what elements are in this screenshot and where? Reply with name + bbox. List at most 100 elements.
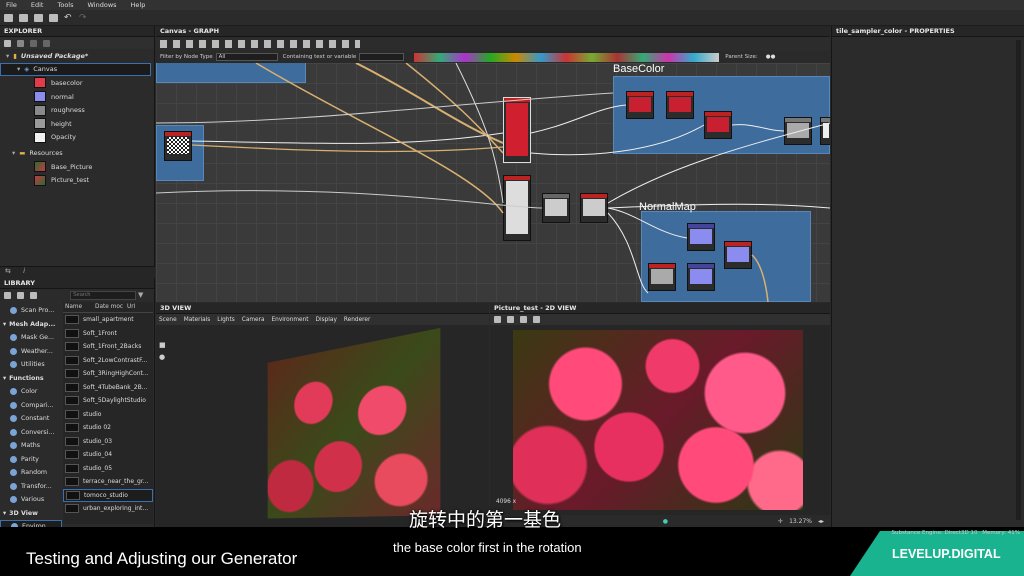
explorer-publish-icon[interactable] [43, 39, 50, 47]
resource-item[interactable]: Picture_test [0, 173, 154, 187]
output-item[interactable]: normal [0, 90, 154, 104]
color-picker-icon[interactable]: ● [663, 518, 668, 525]
library-search-input[interactable] [70, 290, 136, 300]
library-category[interactable]: Random [0, 466, 62, 480]
asset-item[interactable]: Soft_2LowContrastF... [63, 354, 153, 368]
asset-thumbnail [65, 463, 79, 473]
collapse-arrow-icon[interactable]: ▾ [3, 510, 6, 517]
containing-input[interactable] [359, 53, 405, 61]
asset-item[interactable]: studio_04 [63, 448, 153, 462]
asset-item[interactable]: studio [63, 408, 153, 422]
2d-copy-icon[interactable] [494, 316, 501, 323]
node-palette[interactable] [414, 52, 720, 62]
asset-item[interactable]: Soft_5DaylightStudio [63, 394, 153, 408]
2d-settings-icon[interactable] [533, 316, 540, 323]
menu-windows[interactable]: Windows [88, 1, 117, 9]
expand-arrow-icon[interactable]: ▾ [6, 52, 9, 60]
fit-icon[interactable]: ✛ [778, 518, 783, 525]
3d-menu-camera[interactable]: Camera [242, 317, 265, 323]
explorer-up-icon[interactable] [30, 39, 37, 47]
asset-item[interactable]: studio_05 [63, 462, 153, 476]
output-item[interactable]: Opacity [0, 131, 154, 145]
undo-icon[interactable]: ↶ [64, 13, 73, 22]
library-category[interactable]: Weather... [0, 345, 62, 359]
2d-view-panel: Picture_test - 2D VIEW 4096 x ● ✛ 13.27%… [490, 303, 830, 527]
library-edit-icon[interactable] [30, 291, 37, 299]
3d-menu-display[interactable]: Display [316, 317, 337, 323]
library-section[interactable]: ▾ 3D View [0, 507, 62, 521]
menu-tools[interactable]: Tools [57, 1, 73, 9]
3d-menu-renderer[interactable]: Renderer [344, 317, 370, 323]
output-item[interactable]: roughness [0, 103, 154, 117]
asset-item[interactable]: studio 02 [63, 421, 153, 435]
asset-item[interactable]: small_apartment [63, 313, 153, 327]
open-folder-icon[interactable] [34, 13, 43, 22]
light-icon[interactable]: ● [159, 353, 165, 361]
library-category[interactable]: Compari... [0, 399, 62, 413]
redo-icon[interactable]: ↷ [79, 13, 88, 22]
2d-channels-icon[interactable] [520, 316, 527, 323]
2d-viewport[interactable]: 4096 x [490, 325, 830, 515]
3d-menu-materials[interactable]: Materials [184, 317, 211, 323]
library-category[interactable]: Parity [0, 453, 62, 467]
filter-dropdown[interactable]: All [215, 53, 278, 61]
properties-scrollbar[interactable] [1016, 40, 1021, 520]
expand-arrow-icon[interactable]: ▾ [17, 65, 20, 73]
explorer-save-icon[interactable] [4, 39, 11, 47]
3d-menu-scene[interactable]: Scene [159, 317, 177, 323]
column-date[interactable]: Date moc [95, 304, 127, 310]
asset-item[interactable]: tomoco_studio [63, 488, 153, 502]
library-view-icon[interactable] [4, 291, 11, 299]
library-category[interactable]: Utilities [0, 358, 62, 372]
graph-tools-icon[interactable] [160, 40, 360, 48]
resource-item[interactable]: Base_Picture [0, 160, 154, 174]
graph-row[interactable]: ▾ ◈ Canvas [0, 62, 151, 77]
output-item[interactable]: basecolor [0, 76, 154, 90]
menu-edit[interactable]: Edit [31, 1, 44, 9]
asset-item[interactable]: Soft_3RingHighCont... [63, 367, 153, 381]
collapse-arrow-icon[interactable]: ▾ [3, 321, 6, 328]
asset-item[interactable]: Soft_4TubeBank_2B... [63, 381, 153, 395]
asset-item[interactable]: Soft_1Front_2Backs [63, 340, 153, 354]
collapse-arrow-icon[interactable]: ▾ [3, 375, 6, 382]
asset-item[interactable]: terrace_near_the_gr... [63, 475, 153, 489]
column-url[interactable]: Url [127, 304, 135, 310]
properties-icon[interactable]: ⇆ [5, 267, 11, 275]
output-item[interactable]: height [0, 117, 154, 131]
library-category[interactable]: Color [0, 385, 62, 399]
asset-item[interactable]: studio_03 [63, 435, 153, 449]
library-category[interactable]: Conversi... [0, 426, 62, 440]
library-category[interactable]: Transfor... [0, 480, 62, 494]
3d-menu-lights[interactable]: Lights [217, 317, 235, 323]
library-category[interactable]: Mask Ge... [0, 331, 62, 345]
new-package-icon[interactable] [19, 13, 28, 22]
library-category[interactable]: Scan Pro... [0, 304, 62, 318]
explorer-add-icon[interactable] [17, 39, 24, 47]
save-icon[interactable] [49, 13, 58, 22]
column-name[interactable]: Name [65, 304, 95, 310]
new-file-icon[interactable] [4, 13, 13, 22]
3d-menu-environment[interactable]: Environment [272, 317, 309, 323]
graph-canvas[interactable]: BaseColor NormalMap [156, 63, 830, 302]
info-icon[interactable]: i [23, 267, 25, 275]
parent-size-icon[interactable]: ●● [766, 54, 776, 60]
resources-row[interactable]: ▾ ▬ Resources [0, 146, 154, 160]
asset-item[interactable]: Soft_1Front [63, 327, 153, 341]
library-section[interactable]: ▾ Mesh Adap... [0, 318, 62, 332]
library-add-icon[interactable] [17, 291, 24, 299]
library-category[interactable]: Constant [0, 412, 62, 426]
3d-viewport[interactable]: ■ ● [156, 325, 489, 527]
asset-item[interactable]: urban_exploring_int... [63, 502, 153, 516]
library-section[interactable]: ▾ Functions [0, 372, 62, 386]
zoom-dropdown-icon[interactable]: ◂▸ [818, 518, 824, 525]
library-category[interactable]: Various [0, 493, 62, 507]
zoom-value[interactable]: 13.27% [789, 518, 812, 525]
package-row[interactable]: ▾ ▮ Unsaved Package* [0, 49, 154, 63]
2d-save-icon[interactable] [507, 316, 514, 323]
menu-file[interactable]: File [6, 1, 17, 9]
menu-help[interactable]: Help [131, 1, 146, 9]
library-category[interactable]: Maths [0, 439, 62, 453]
expand-arrow-icon[interactable]: ▾ [12, 149, 15, 157]
filter-icon[interactable]: ▼ [138, 291, 143, 299]
camera-icon[interactable]: ■ [159, 341, 166, 349]
